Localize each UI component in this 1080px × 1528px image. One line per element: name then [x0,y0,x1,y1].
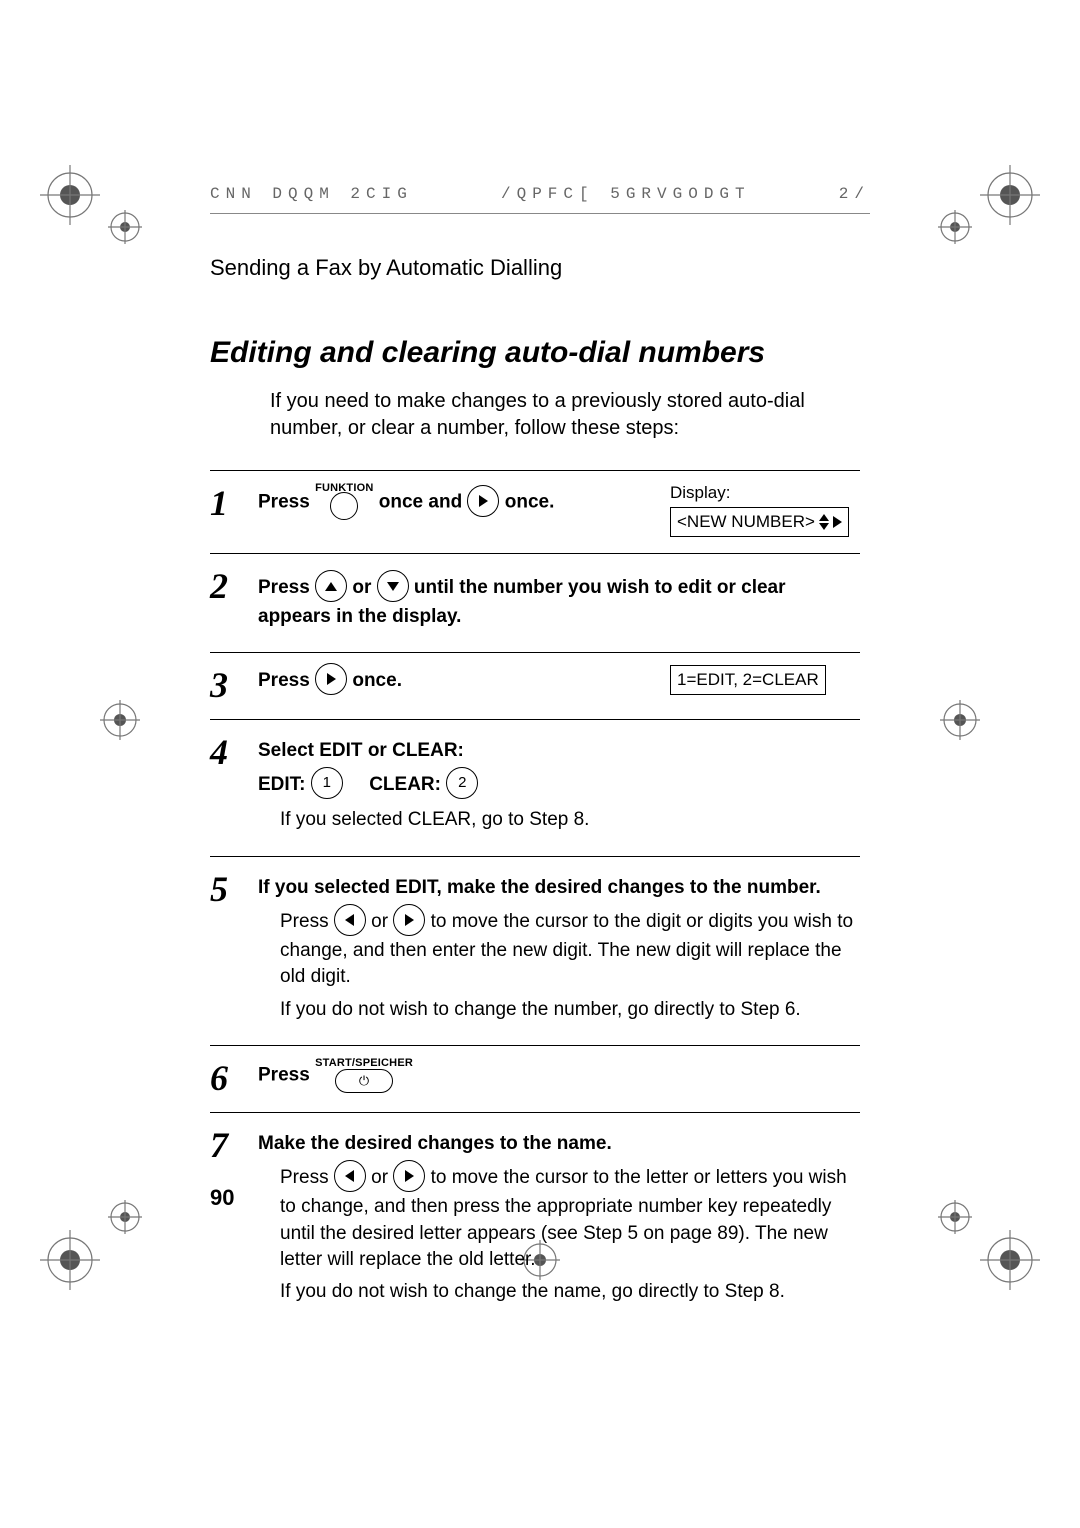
step-number: 7 [210,1125,258,1312]
step4-head: Select EDIT or CLEAR: [258,738,860,764]
step-number: 4 [210,732,258,840]
step3-press: Press [258,670,310,691]
up-arrow-key-icon [315,570,347,602]
display-box: 1=EDIT, 2=CLEAR [670,665,826,695]
step4-clear-label: CLEAR: [369,774,441,795]
step5-p1a: Press [280,911,329,932]
running-head: Sending a Fax by Automatic Dialling [210,255,860,281]
intro-paragraph: If you need to make changes to a previou… [270,388,860,442]
step-1: 1 Press FUNKTION once and once. Display: [210,470,860,553]
step-6: 6 Press START/SPEICHER ⏻ [210,1045,860,1112]
crop-mark-bot-left [40,1230,100,1290]
step-4: 4 Select EDIT or CLEAR: EDIT: 1 CLEAR: 2… [210,719,860,856]
page-number: 90 [210,1185,234,1211]
right-arrow-key-icon [467,485,499,517]
crop-mark-top-left [40,165,100,225]
left-arrow-key-icon [334,1160,366,1192]
step7-head: Make the desired changes to the name. [258,1131,860,1157]
step5-or: or [371,911,388,932]
step-number: 2 [210,566,258,636]
step3-once: once. [352,670,402,691]
page-title: Editing and clearing auto-dial numbers [210,336,860,370]
crop-mark-top-right [980,165,1040,225]
updown-icon [819,514,829,530]
step5-head: If you selected EDIT, make the desired c… [258,875,860,901]
right-arrow-key-icon [393,904,425,936]
display-box: <NEW NUMBER> [670,507,849,537]
step-5: 5 If you selected EDIT, make the desired… [210,856,860,1045]
step7-p1a: Press [280,1167,329,1188]
step-number: 1 [210,483,258,537]
step-number: 6 [210,1058,258,1096]
reg-dot-mid-left [100,700,140,740]
right-arrow-key-icon [393,1160,425,1192]
step2-press: Press [258,577,310,598]
step5-p1b: to move the cursor to the digit or digit… [280,911,853,987]
reg-dot-bot-left [108,1200,142,1234]
display-label: Display: [670,483,860,503]
step2-or: or [352,577,371,598]
step1-once: once. [505,492,555,513]
start-speicher-key: START/SPEICHER ⏻ [315,1058,413,1093]
header-right: 2/ [839,185,870,203]
funktion-key-icon [330,492,358,520]
step7-p1b: to move the cursor to the letter or lett… [280,1167,847,1269]
step-3: 3 Press once. 1=EDIT, 2=CLEAR [210,652,860,719]
header-left: CNN DQQM 2CIG [210,185,413,203]
step6-press: Press [258,1064,310,1085]
key-2-icon: 2 [446,767,478,799]
step5-p2: If you do not wish to change the number,… [280,997,860,1023]
imposition-header: CNN DQQM 2CIG /QPFC[ 5GRVGODGT 2/ [210,185,870,214]
down-arrow-key-icon [377,570,409,602]
step-7: 7 Make the desired changes to the name. … [210,1112,860,1328]
step4-note: If you selected CLEAR, go to Step 8. [280,807,860,833]
step-2: 2 Press or until the number you wish to … [210,553,860,652]
step7-p2: If you do not wish to change the name, g… [280,1279,860,1305]
display-text: 1=EDIT, 2=CLEAR [677,670,819,690]
start-speicher-key-label: START/SPEICHER [315,1058,413,1069]
reg-dot-top-left [108,210,142,244]
right-triangle-icon [833,516,842,528]
right-arrow-key-icon [315,663,347,695]
step4-edit-label: EDIT: [258,774,306,795]
step1-press: Press [258,492,310,513]
display-text: <NEW NUMBER> [677,512,815,532]
left-arrow-key-icon [334,904,366,936]
reg-dot-top-right [938,210,972,244]
step1-onceand: once and [379,492,462,513]
funktion-key: FUNKTION [315,483,373,522]
crop-mark-bot-right [980,1230,1040,1290]
start-speicher-key-icon: ⏻ [335,1069,393,1093]
reg-dot-mid-right [940,700,980,740]
page-content: Sending a Fax by Automatic Dialling Edit… [210,255,860,1327]
document-page: { "header": { "left": "CNN DQQM 2CIG", "… [0,0,1080,1528]
key-1-icon: 1 [311,767,343,799]
step-number: 5 [210,869,258,1029]
header-mid: /QPFC[ 5GRVGODGT [501,185,751,203]
reg-dot-bot-right [938,1200,972,1234]
step7-or: or [371,1167,388,1188]
step-number: 3 [210,665,258,703]
